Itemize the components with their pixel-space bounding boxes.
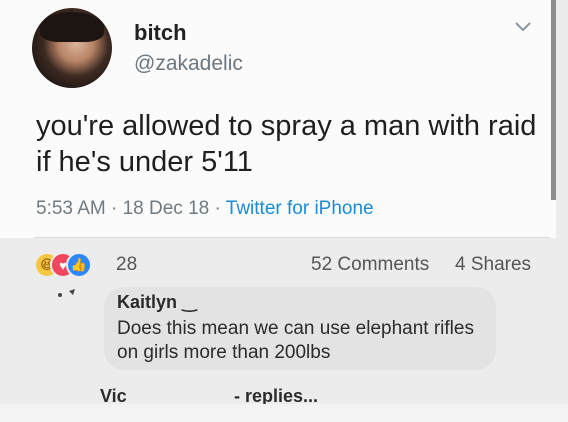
reaction-count[interactable]: 28 [116,254,137,276]
tweet-card: bitch @zakadelic you're allowed to spray… [0,0,556,238]
tweet-text: you're allowed to spray a man with raid … [36,110,537,178]
like-reaction-icon: 👍 [66,252,92,278]
meta-separator: · [105,198,123,219]
shares-count-link[interactable]: 4 Shares [455,254,531,276]
user-handle[interactable]: @zakadelic [134,52,243,76]
chevron-down-icon[interactable] [513,16,533,36]
redaction [202,290,272,310]
avatar-hair [40,12,104,42]
commenter-avatar[interactable] [55,287,85,299]
tweet-date: 18 Dec 18 [122,198,210,219]
meta-separator: · [209,198,226,219]
redaction [142,384,232,406]
bottom-edge [0,404,568,422]
tweet-meta: 5:53 AM · 18 Dec 18 · Twitter for iPhone [36,198,374,220]
scrollbar-thumb[interactable] [551,0,556,200]
comment-author[interactable]: Kaitlyn ‿ [117,292,197,313]
tweet-time: 5:53 AM [36,198,106,219]
profile-avatar[interactable] [32,8,112,88]
comments-count-link[interactable]: 52 Comments [311,254,429,276]
divider [34,237,550,238]
tweet-source-link[interactable]: Twitter for iPhone [226,198,374,219]
comment-text: Does this mean we can use elephant rifle… [117,318,474,363]
display-name[interactable]: bitch [134,20,187,46]
